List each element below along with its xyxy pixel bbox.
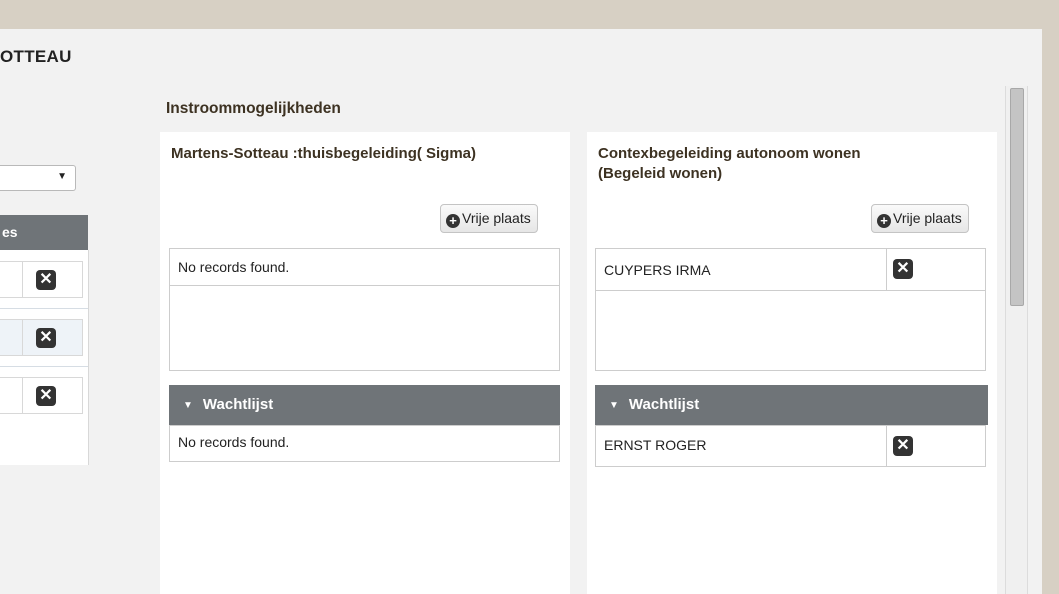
waitlist-header[interactable]: ▼ Wachtlijst	[595, 385, 988, 425]
table-row: No records found.	[170, 249, 559, 286]
button-label: Vrije plaats	[462, 210, 531, 226]
button-label: Vrije plaats	[893, 210, 962, 226]
card-title: Contexbegeleiding autonoom wonen (Begele…	[598, 145, 861, 182]
waitlist-table: ERNST ROGER ✕	[595, 425, 986, 467]
left-table-header: es	[0, 215, 88, 250]
empty-message: No records found.	[178, 259, 290, 275]
section-title: Instroommogelijkheden	[166, 100, 341, 117]
empty-message: No records found.	[178, 434, 290, 450]
table-row: ✕	[0, 377, 83, 414]
waitlist-label: Wachtlijst	[628, 396, 700, 413]
column-divider	[22, 320, 23, 355]
column-divider	[886, 249, 887, 290]
left-table: ✕ ✕ ✕	[0, 250, 89, 465]
table-row: No records found.	[170, 426, 559, 462]
table-row: CUYPERS IRMA ✕	[596, 249, 985, 291]
close-icon[interactable]: ✕	[36, 386, 56, 406]
card-contexbegeleiding: Contexbegeleiding autonoom wonen (Begele…	[587, 132, 997, 594]
close-icon[interactable]: ✕	[36, 328, 56, 348]
client-name: ERNST ROGER	[604, 437, 707, 453]
card-title: Martens-Sotteau :thuisbegeleiding( Sigma…	[171, 145, 477, 162]
caret-down-icon: ▼	[609, 400, 619, 411]
waitlist-label: Wachtlijst	[202, 396, 274, 413]
close-icon[interactable]: ✕	[893, 259, 913, 279]
caret-down-icon: ▼	[183, 400, 193, 411]
column-divider	[22, 262, 23, 297]
column-divider	[22, 378, 23, 413]
close-icon[interactable]: ✕	[893, 436, 913, 456]
table-row: ERNST ROGER ✕	[596, 426, 985, 467]
placement-table: No records found.	[169, 248, 560, 371]
main-page: OTTEAU ▼ es ✕ ✕ ✕ Instroommogelijkheden	[0, 29, 1042, 594]
column-divider	[886, 426, 887, 467]
left-panel: ▼ es ✕ ✕ ✕	[0, 29, 89, 594]
placement-table: CUYPERS IRMA ✕	[595, 248, 986, 371]
row-divider	[0, 308, 88, 309]
table-row: ✕	[0, 261, 83, 298]
filter-select[interactable]: ▼	[0, 165, 76, 191]
card-martens-sotteau: Martens-Sotteau :thuisbegeleiding( Sigma…	[160, 132, 570, 594]
waitlist-table: No records found.	[169, 425, 560, 462]
vrije-plaats-button[interactable]: + Vrije plaats	[871, 204, 969, 233]
vrije-plaats-button[interactable]: + Vrije plaats	[440, 204, 538, 233]
vertical-scrollbar[interactable]	[1005, 86, 1028, 594]
row-divider	[0, 366, 88, 367]
plus-circle-icon: +	[877, 214, 891, 228]
scrollbar-thumb[interactable]	[1010, 88, 1024, 306]
plus-circle-icon: +	[446, 214, 460, 228]
close-icon[interactable]: ✕	[36, 270, 56, 290]
client-name: CUYPERS IRMA	[604, 262, 711, 278]
waitlist-header[interactable]: ▼ Wachtlijst	[169, 385, 560, 425]
table-row: ✕	[0, 319, 83, 356]
chevron-down-icon: ▼	[57, 171, 67, 182]
